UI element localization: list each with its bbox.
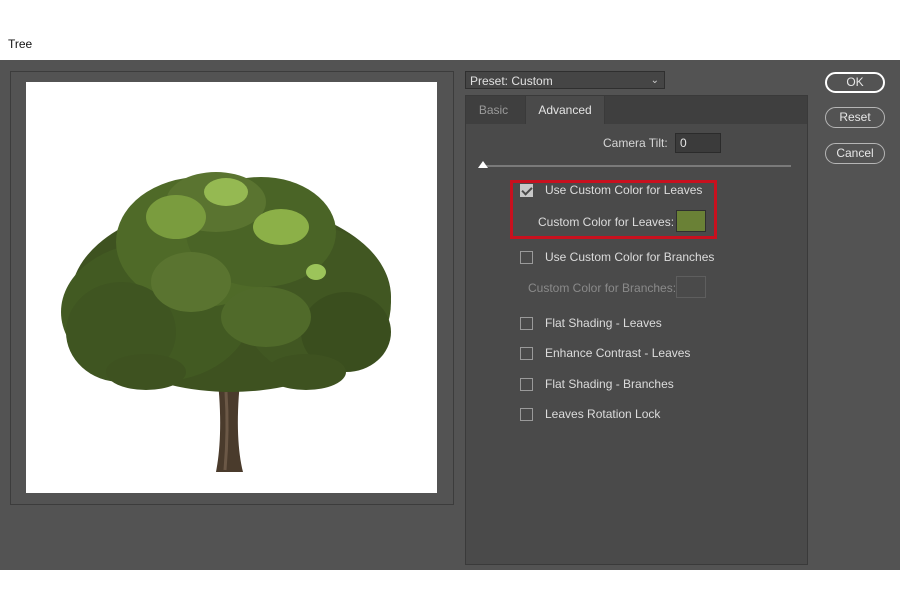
tree-preview bbox=[26, 82, 437, 493]
title-bar: Tree bbox=[0, 0, 900, 60]
tab-advanced[interactable]: Advanced bbox=[525, 96, 605, 124]
camera-tilt-input[interactable] bbox=[675, 133, 721, 153]
chevron-down-icon: ⌄ bbox=[650, 75, 659, 86]
leaves-rotation-lock-checkbox[interactable] bbox=[520, 408, 533, 421]
flat-shading-branches-checkbox[interactable] bbox=[520, 378, 533, 391]
leaves-rotation-lock-label: Leaves Rotation Lock bbox=[545, 407, 661, 421]
preset-label: Preset: Custom bbox=[470, 74, 553, 88]
flat-shading-leaves-checkbox[interactable] bbox=[520, 317, 533, 330]
flat-shading-leaves-label: Flat Shading - Leaves bbox=[545, 316, 662, 330]
preview-frame bbox=[10, 71, 454, 505]
camera-tilt-slider-track[interactable] bbox=[481, 165, 791, 167]
use-custom-color-branches-checkbox[interactable] bbox=[520, 251, 533, 264]
window-title: Tree bbox=[8, 37, 33, 51]
highlight-box bbox=[510, 180, 717, 239]
preset-dropdown[interactable]: Preset: Custom ⌄ bbox=[465, 71, 665, 89]
enhance-contrast-leaves-label: Enhance Contrast - Leaves bbox=[545, 346, 691, 360]
cancel-button[interactable]: Cancel bbox=[825, 143, 885, 164]
camera-tilt-slider-handle[interactable] bbox=[478, 161, 488, 168]
flat-shading-branches-label: Flat Shading - Branches bbox=[545, 377, 674, 391]
use-custom-color-branches-label: Use Custom Color for Branches bbox=[545, 250, 715, 264]
reset-button[interactable]: Reset bbox=[825, 107, 885, 128]
enhance-contrast-leaves-checkbox[interactable] bbox=[520, 347, 533, 360]
tab-basic[interactable]: Basic bbox=[466, 96, 521, 124]
custom-color-branches-label: Custom Color for Branches: bbox=[528, 281, 677, 295]
tab-strip: Basic Advanced bbox=[466, 96, 807, 124]
camera-tilt-label: Camera Tilt: bbox=[603, 136, 668, 150]
tree-image bbox=[61, 172, 391, 472]
custom-color-branches-swatch bbox=[676, 276, 706, 298]
ok-button[interactable]: OK bbox=[825, 72, 885, 93]
